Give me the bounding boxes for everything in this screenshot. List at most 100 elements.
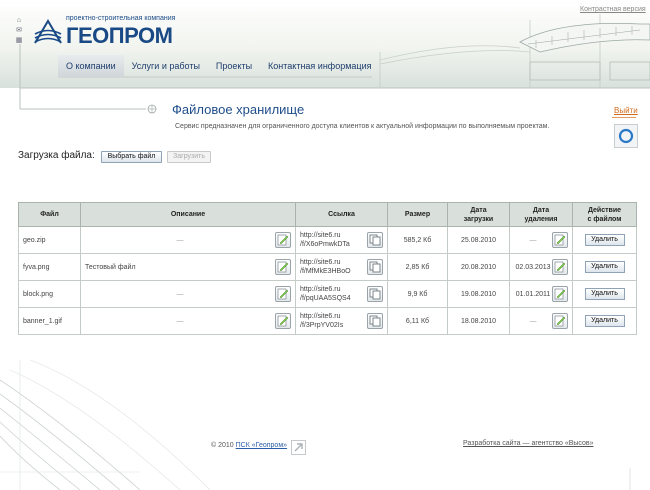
upload-date: 19.08.2010 bbox=[447, 280, 510, 308]
file-description: Тестовый файл bbox=[85, 263, 136, 271]
copyright-company-link[interactable]: ПСК «Геопром» bbox=[236, 442, 287, 449]
utility-icons: ⌂ ✉ ▦ bbox=[15, 17, 23, 47]
file-name[interactable]: banner_1.gif bbox=[18, 307, 81, 335]
company-name[interactable]: ГЕОПРОМ bbox=[66, 23, 173, 49]
arrow-icon[interactable] bbox=[291, 440, 306, 455]
file-description: — bbox=[176, 317, 184, 325]
refresh-circle-icon bbox=[618, 128, 634, 144]
delete-date: — bbox=[529, 236, 537, 244]
copy-link-icon[interactable] bbox=[367, 313, 383, 329]
sitemap-icon[interactable]: ▦ bbox=[15, 37, 23, 45]
opera-icon[interactable] bbox=[614, 124, 638, 148]
nav-item-contacts[interactable]: Контактная информация bbox=[260, 61, 379, 71]
upload-label: Загрузка файла: bbox=[18, 150, 95, 161]
footer-decoration bbox=[0, 360, 631, 490]
file-name[interactable]: fyva.png bbox=[18, 253, 81, 281]
file-description: — bbox=[176, 236, 184, 244]
site-header: ⌂ ✉ ▦ проектно-строительная компания ГЕО… bbox=[0, 0, 650, 96]
developer-link[interactable]: Разработка сайта — агентство «Высов» bbox=[463, 440, 594, 447]
delete-file-button[interactable]: Удалить bbox=[584, 261, 625, 273]
home-icon[interactable]: ⌂ bbox=[15, 17, 23, 25]
file-description-cell: Тестовый файл bbox=[80, 253, 296, 281]
file-description-cell: — bbox=[80, 307, 296, 335]
table-row: banner_1.gif — http://site6.ru/f/3PrpYV02I… bbox=[18, 307, 637, 335]
choose-file-button[interactable]: Выбрать файл bbox=[101, 151, 162, 163]
file-link[interactable]: http://site6.ru/f/MfMkE3HBoO bbox=[300, 258, 351, 276]
delete-file-button[interactable]: Удалить bbox=[584, 288, 625, 300]
main-nav: О компании Услуги и работы Проекты Конта… bbox=[58, 55, 379, 77]
upload-date: 25.08.2010 bbox=[447, 226, 510, 254]
header-delete-date: Дата удаления bbox=[509, 202, 573, 227]
action-cell: Удалить bbox=[572, 307, 637, 335]
delete-date-cell: — bbox=[509, 307, 573, 335]
contrast-version-link[interactable]: Контрастная версия bbox=[580, 6, 646, 13]
logout-link[interactable]: Выйти bbox=[614, 106, 638, 115]
mail-icon[interactable]: ✉ bbox=[15, 27, 23, 35]
copyright-year: © 2010 bbox=[211, 442, 234, 449]
delete-file-button[interactable]: Удалить bbox=[584, 234, 625, 246]
files-table: Файл Описание Ссылка Размер Дата загрузк… bbox=[18, 202, 637, 335]
file-link[interactable]: http://site6.ru/f/3PrpYV02Is bbox=[300, 312, 343, 330]
header-upload-date: Дата загрузки bbox=[447, 202, 510, 227]
file-size: 2,85 Кб bbox=[387, 253, 448, 281]
delete-date-cell: 01.01.2011 bbox=[509, 280, 573, 308]
company-tagline: проектно-строительная компания bbox=[66, 15, 176, 22]
file-description: — bbox=[176, 290, 184, 298]
edit-delete-date-icon[interactable] bbox=[551, 286, 568, 302]
table-header-row: Файл Описание Ссылка Размер Дата загрузк… bbox=[18, 202, 637, 227]
file-size: 9,9 Кб bbox=[387, 280, 448, 308]
arrow-up-right-icon bbox=[294, 443, 303, 452]
file-link-cell: http://site6.ru/f/X6oPmwkDTa bbox=[295, 226, 388, 254]
upload-date: 20.08.2010 bbox=[447, 253, 510, 281]
file-description-cell: — bbox=[80, 226, 296, 254]
file-name[interactable]: geo.zip bbox=[18, 226, 81, 254]
company-logo-icon[interactable] bbox=[33, 17, 63, 47]
file-description-cell: — bbox=[80, 280, 296, 308]
table-row: fyva.png Тестовый файл http://site6.ru/f/M… bbox=[18, 253, 637, 281]
delete-file-button[interactable]: Удалить bbox=[584, 315, 625, 327]
delete-date: 01.01.2011 bbox=[515, 290, 551, 298]
header-file: Файл bbox=[18, 202, 81, 227]
file-link-cell: http://site6.ru/f/3PrpYV02Is bbox=[295, 307, 388, 335]
copy-link-icon[interactable] bbox=[367, 259, 383, 275]
file-link[interactable]: http://site6.ru/f/X6oPmwkDTa bbox=[300, 231, 350, 249]
edit-delete-date-icon[interactable] bbox=[552, 313, 568, 329]
edit-description-icon[interactable] bbox=[275, 313, 291, 329]
nav-item-projects[interactable]: Проекты bbox=[208, 61, 260, 71]
table-row: block.png — http://site6.ru/f/pqUAA5SQS4 9,… bbox=[18, 280, 637, 308]
title-decoration bbox=[19, 96, 157, 114]
nav-item-about[interactable]: О компании bbox=[58, 55, 124, 77]
file-link-cell: http://site6.ru/f/pqUAA5SQS4 bbox=[295, 280, 388, 308]
header-size: Размер bbox=[387, 202, 448, 227]
table-row: geo.zip — http://site6.ru/f/X6oPmwkDTa 585,… bbox=[18, 226, 637, 254]
action-cell: Удалить bbox=[572, 253, 637, 281]
file-link-cell: http://site6.ru/f/MfMkE3HBoO bbox=[295, 253, 388, 281]
file-size: 6,11 Кб bbox=[387, 307, 448, 335]
file-link[interactable]: http://site6.ru/f/pqUAA5SQS4 bbox=[300, 285, 351, 303]
upload-button[interactable]: Загрузить bbox=[167, 151, 211, 163]
copy-link-icon[interactable] bbox=[367, 232, 383, 248]
edit-description-icon[interactable] bbox=[275, 232, 291, 248]
edit-description-icon[interactable] bbox=[275, 286, 291, 302]
header-action: Действие с файлом bbox=[572, 202, 637, 227]
delete-date: 02.03.2013 bbox=[515, 263, 551, 271]
file-name[interactable]: block.png bbox=[18, 280, 81, 308]
nav-item-services[interactable]: Услуги и работы bbox=[124, 61, 208, 71]
page-title: Файловое хранилище bbox=[172, 102, 305, 117]
page-description: Сервис предназначен для ограниченного до… bbox=[175, 123, 550, 130]
header-link: Ссылка bbox=[295, 202, 388, 227]
action-cell: Удалить bbox=[572, 280, 637, 308]
upload-date: 18.08.2010 bbox=[447, 307, 510, 335]
delete-date-cell: 02.03.2013 bbox=[509, 253, 573, 281]
delete-date: — bbox=[529, 317, 537, 325]
edit-delete-date-icon[interactable] bbox=[551, 259, 568, 275]
edit-description-icon[interactable] bbox=[275, 259, 291, 275]
copy-link-icon[interactable] bbox=[367, 286, 383, 302]
action-cell: Удалить bbox=[572, 226, 637, 254]
header-description: Описание bbox=[80, 202, 296, 227]
logout-underline bbox=[612, 117, 636, 118]
copyright: © 2010 ПСК «Геопром» bbox=[211, 442, 287, 449]
file-size: 585,2 Кб bbox=[387, 226, 448, 254]
delete-date-cell: — bbox=[509, 226, 573, 254]
edit-delete-date-icon[interactable] bbox=[552, 232, 568, 248]
